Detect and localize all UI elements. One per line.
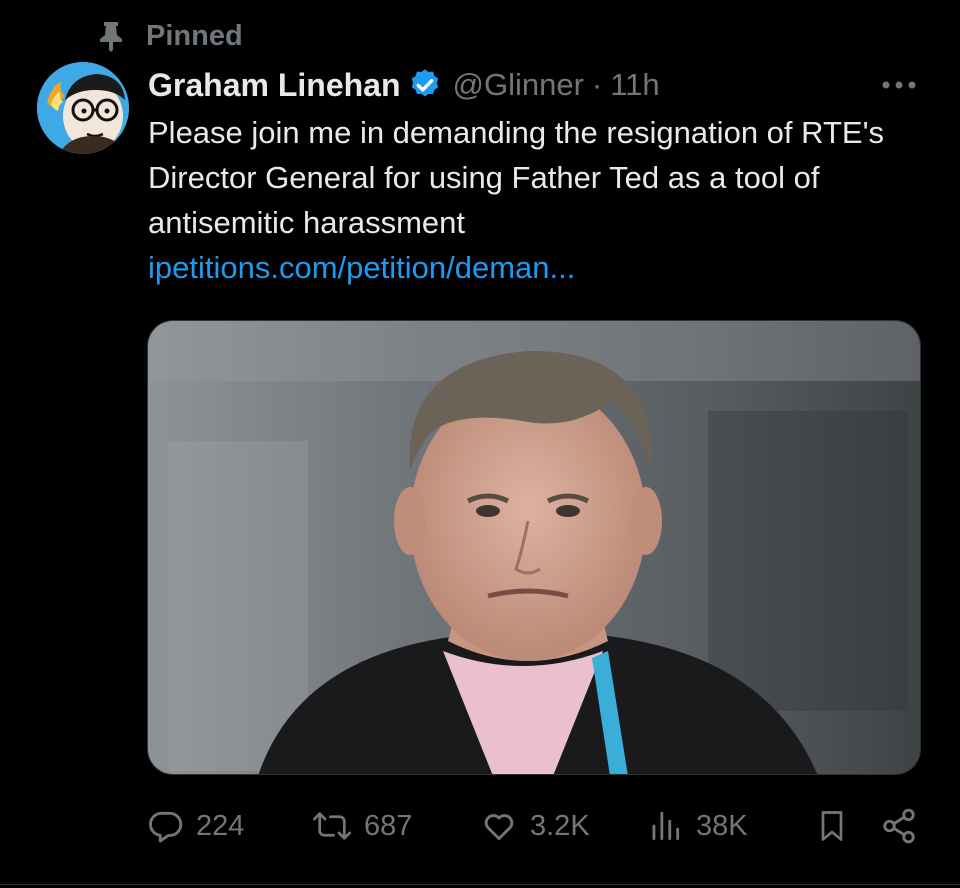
bookmark-button[interactable] xyxy=(814,800,850,852)
retweet-count: 687 xyxy=(364,809,413,842)
reply-icon xyxy=(146,807,184,845)
tweet-media-photo[interactable] xyxy=(147,320,921,775)
views-button[interactable]: 38K xyxy=(646,800,748,852)
tweet-divider xyxy=(0,884,960,885)
reply-count: 224 xyxy=(196,809,245,842)
more-options-button[interactable] xyxy=(874,66,924,106)
share-button[interactable] xyxy=(880,800,918,852)
pinned-label: Pinned xyxy=(146,19,243,52)
reply-button[interactable]: 224 xyxy=(146,800,244,852)
pinned-indicator: Pinned xyxy=(96,16,243,56)
like-count: 3.2K xyxy=(530,809,590,842)
author-handle[interactable]: @Glinner xyxy=(453,67,584,103)
tweet-card[interactable]: Pinned Graham Linehan @Glinner · 11h Ple… xyxy=(0,0,960,888)
view-count: 38K xyxy=(696,809,748,842)
retweet-button[interactable]: 687 xyxy=(312,800,412,852)
retweet-icon xyxy=(312,807,352,845)
bookmark-icon xyxy=(814,807,850,845)
tweet-link[interactable]: ipetitions.com/petition/deman... xyxy=(148,245,928,290)
tweet-header: Graham Linehan @Glinner · 11h xyxy=(148,62,930,108)
share-icon xyxy=(880,807,918,845)
tweet-actions-bar: 224 687 3.2K 38K xyxy=(146,800,926,852)
header-separator: · xyxy=(591,67,603,102)
pin-icon xyxy=(96,20,126,52)
heart-icon xyxy=(480,807,518,845)
author-avatar[interactable] xyxy=(37,62,129,154)
author-display-name[interactable]: Graham Linehan xyxy=(148,67,401,104)
like-button[interactable]: 3.2K xyxy=(480,800,590,852)
more-dots-icon xyxy=(881,77,917,95)
tweet-timestamp[interactable]: 11h xyxy=(610,67,659,103)
tweet-text: Please join me in demanding the resignat… xyxy=(148,115,884,240)
verified-badge-icon[interactable] xyxy=(407,67,443,103)
tweet-body: Please join me in demanding the resignat… xyxy=(148,110,928,290)
views-bar-chart-icon xyxy=(646,807,684,845)
